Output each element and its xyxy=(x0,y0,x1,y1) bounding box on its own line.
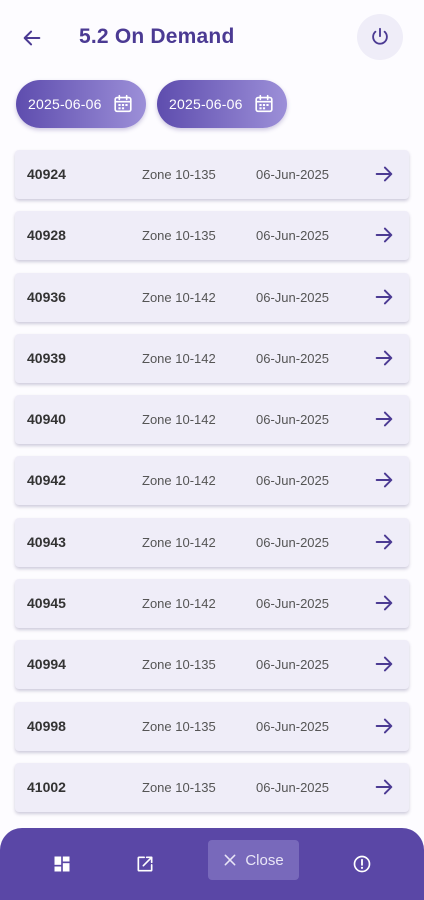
info-button[interactable] xyxy=(344,846,380,882)
order-zone: Zone 10-142 xyxy=(142,534,216,550)
order-zone: Zone 10-142 xyxy=(142,350,216,366)
arrow-right-icon[interactable] xyxy=(373,715,395,737)
order-zone: Zone 10-142 xyxy=(142,473,216,489)
order-date: 06-Jun-2025 xyxy=(256,350,329,366)
order-date: 06-Jun-2025 xyxy=(256,473,329,489)
order-list: 40924 Zone 10-135 06-Jun-2025 40928 Zone 10-… xyxy=(15,150,409,824)
screen: 5.2 On Demand 2025-06-06 2025-06-06 4092… xyxy=(0,0,424,900)
app-bar: 5.2 On Demand xyxy=(0,0,424,76)
order-zone: Zone 10-135 xyxy=(142,228,216,244)
to-date-chip[interactable]: 2025-06-06 xyxy=(157,80,287,128)
order-date: 06-Jun-2025 xyxy=(256,596,329,612)
order-date: 06-Jun-2025 xyxy=(256,167,329,182)
arrow-right-icon[interactable] xyxy=(373,286,395,308)
order-zone: Zone 10-135 xyxy=(142,779,216,795)
arrow-right-icon[interactable] xyxy=(373,653,395,675)
list-item[interactable]: 40943 Zone 10-142 06-Jun-2025 xyxy=(15,517,409,567)
info-icon xyxy=(353,855,371,873)
order-zone: Zone 10-135 xyxy=(142,657,216,673)
order-zone: Zone 10-135 xyxy=(142,167,216,182)
list-item[interactable]: 40928 Zone 10-135 06-Jun-2025 xyxy=(15,211,409,261)
order-zone: Zone 10-142 xyxy=(142,289,216,305)
back-button[interactable] xyxy=(14,20,50,56)
list-item[interactable]: 40939 Zone 10-142 06-Jun-2025 xyxy=(15,333,409,383)
calendar-icon xyxy=(255,94,273,113)
list-item[interactable]: 40994 Zone 10-135 06-Jun-2025 xyxy=(15,640,409,690)
to-date-text: 2025-06-06 xyxy=(169,96,243,112)
arrow-left-icon xyxy=(23,30,41,46)
order-date: 06-Jun-2025 xyxy=(256,657,329,673)
from-date-text: 2025-06-06 xyxy=(28,96,102,112)
order-date: 06-Jun-2025 xyxy=(256,228,329,244)
list-item[interactable]: 40936 Zone 10-142 06-Jun-2025 xyxy=(15,272,409,322)
order-id: 40924 xyxy=(27,166,66,182)
order-id: 40998 xyxy=(27,717,66,734)
edit-icon xyxy=(137,856,153,872)
order-zone: Zone 10-142 xyxy=(142,412,216,428)
power-button[interactable] xyxy=(357,14,403,60)
arrow-right-icon[interactable] xyxy=(373,469,395,491)
list-item[interactable]: 40924 Zone 10-135 06-Jun-2025 xyxy=(15,150,409,199)
power-icon xyxy=(372,27,388,45)
order-date: 06-Jun-2025 xyxy=(256,289,329,305)
arrow-right-icon[interactable] xyxy=(373,776,395,798)
order-date: 06-Jun-2025 xyxy=(256,534,329,550)
bottom-bar: Close xyxy=(0,828,424,900)
close-button-label: Close xyxy=(245,851,284,869)
arrow-right-icon[interactable] xyxy=(373,224,395,246)
arrow-right-icon[interactable] xyxy=(373,163,395,185)
list-item[interactable]: 40940 Zone 10-142 06-Jun-2025 xyxy=(15,395,409,445)
order-zone: Zone 10-142 xyxy=(142,596,216,612)
order-id: 40994 xyxy=(27,656,66,673)
arrow-right-icon[interactable] xyxy=(373,408,395,430)
list-item[interactable]: 40942 Zone 10-142 06-Jun-2025 xyxy=(15,456,409,506)
order-id: 41002 xyxy=(27,778,66,795)
order-date: 06-Jun-2025 xyxy=(256,779,329,795)
page-title: 5.2 On Demand xyxy=(79,25,235,48)
order-id: 40945 xyxy=(27,595,66,612)
arrow-right-icon[interactable] xyxy=(373,347,395,369)
order-id: 40940 xyxy=(27,411,66,428)
arrow-right-icon[interactable] xyxy=(373,592,395,614)
list-item[interactable]: 40998 Zone 10-135 06-Jun-2025 xyxy=(15,701,409,751)
list-item[interactable]: 41002 Zone 10-135 06-Jun-2025 xyxy=(15,762,409,812)
order-id: 40943 xyxy=(27,533,66,550)
order-zone: Zone 10-135 xyxy=(142,718,216,734)
edit-button[interactable] xyxy=(127,846,163,882)
close-button[interactable]: Close xyxy=(208,840,299,880)
order-date: 06-Jun-2025 xyxy=(256,718,329,734)
order-id: 40942 xyxy=(27,472,66,489)
from-date-chip[interactable]: 2025-06-06 xyxy=(16,80,146,128)
dashboard-button[interactable] xyxy=(44,846,80,882)
arrow-right-icon[interactable] xyxy=(373,531,395,553)
order-date: 06-Jun-2025 xyxy=(256,412,329,428)
order-id: 40939 xyxy=(27,349,66,366)
list-item[interactable]: 40945 Zone 10-142 06-Jun-2025 xyxy=(15,579,409,629)
order-id: 40936 xyxy=(27,288,66,305)
order-id: 40928 xyxy=(27,227,66,244)
dashboard-icon xyxy=(54,856,70,872)
calendar-icon xyxy=(114,94,132,113)
close-icon xyxy=(224,854,236,866)
